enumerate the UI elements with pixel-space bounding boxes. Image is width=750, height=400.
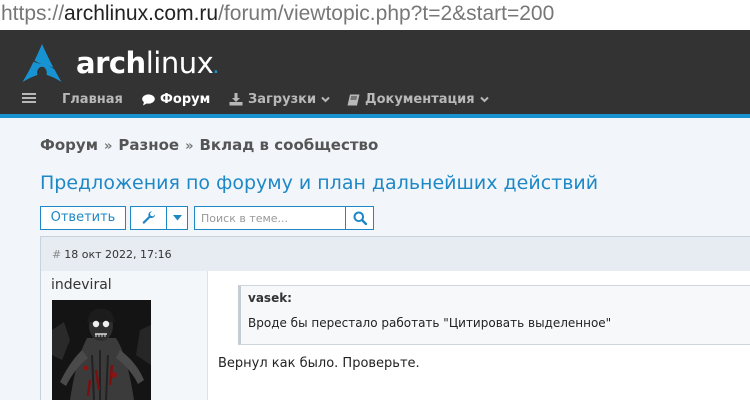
nav-home-label: Главная xyxy=(62,92,123,107)
breadcrumb-contribution[interactable]: Вклад в сообщество xyxy=(199,136,378,154)
quote-block: vasek: Вроде бы перестало работать "Цити… xyxy=(238,285,750,345)
nav-docs-label: Документация xyxy=(365,92,475,107)
nav-downloads-label: Загрузки xyxy=(248,92,317,107)
topic-search-button[interactable] xyxy=(345,206,374,230)
post-date-text: 18 окт 2022, 17:16 xyxy=(64,248,172,261)
reply-button[interactable]: Ответить xyxy=(40,206,126,230)
breadcrumb-separator: » xyxy=(103,139,113,154)
book-icon xyxy=(347,94,360,105)
post-text: Вернул как было. Проверьте. xyxy=(218,356,420,371)
comment-icon xyxy=(142,93,155,105)
url-path: /forum/viewtopic.php?t=2&start=200 xyxy=(218,2,555,25)
url-scheme: https:// xyxy=(1,2,65,25)
nav-docs[interactable]: Документация xyxy=(347,92,489,107)
site-header: archlinux. Главная Форум Загрузки Докуме… xyxy=(0,30,750,114)
breadcrumb-separator: » xyxy=(185,139,194,154)
caret-down-icon xyxy=(166,207,188,229)
post-header: #18 окт 2022, 17:16 xyxy=(40,236,750,271)
header-accent-line xyxy=(0,114,750,118)
nav-forum[interactable]: Форум xyxy=(142,92,210,107)
avatar[interactable] xyxy=(52,300,151,400)
nav-forum-label: Форум xyxy=(160,92,211,107)
post-body: indeviral vasek: Вроде бы перестало рабо… xyxy=(40,271,750,400)
archlinux-logo[interactable]: archlinux. xyxy=(22,44,222,84)
nav-home[interactable]: Главная xyxy=(62,92,123,107)
menu-icon[interactable] xyxy=(22,91,36,105)
download-icon xyxy=(229,93,243,106)
main-nav: Главная Форум Загрузки Документация xyxy=(0,86,750,114)
post-permalink[interactable]: # xyxy=(52,248,61,261)
post-author[interactable]: indeviral xyxy=(51,277,112,293)
wrench-icon xyxy=(131,207,166,229)
quote-text: Вроде бы перестало работать "Цитировать … xyxy=(248,316,612,330)
search-icon xyxy=(353,211,367,225)
chevron-down-icon xyxy=(479,96,489,103)
post-author-column: indeviral xyxy=(41,271,208,400)
topic-search-input[interactable] xyxy=(194,206,346,230)
arch-logo-icon xyxy=(22,44,62,82)
breadcrumb: Форум » Разное » Вклад в сообщество xyxy=(40,136,378,154)
chevron-down-icon xyxy=(321,96,330,103)
nav-downloads[interactable]: Загрузки xyxy=(229,92,330,107)
logo-text: archlinux. xyxy=(76,46,219,80)
topic-title[interactable]: Предложения по форуму и план дальнейших … xyxy=(40,172,598,194)
topic-tools-button[interactable] xyxy=(130,206,188,230)
address-bar[interactable]: https://archlinux.com.ru/forum/viewtopic… xyxy=(0,0,750,30)
breadcrumb-forum[interactable]: Форум xyxy=(40,136,98,154)
post-date: #18 окт 2022, 17:16 xyxy=(52,248,172,261)
breadcrumb-misc[interactable]: Разное xyxy=(118,136,179,154)
quote-author: vasek: xyxy=(248,291,292,305)
url-host: archlinux.com.ru xyxy=(64,2,219,25)
